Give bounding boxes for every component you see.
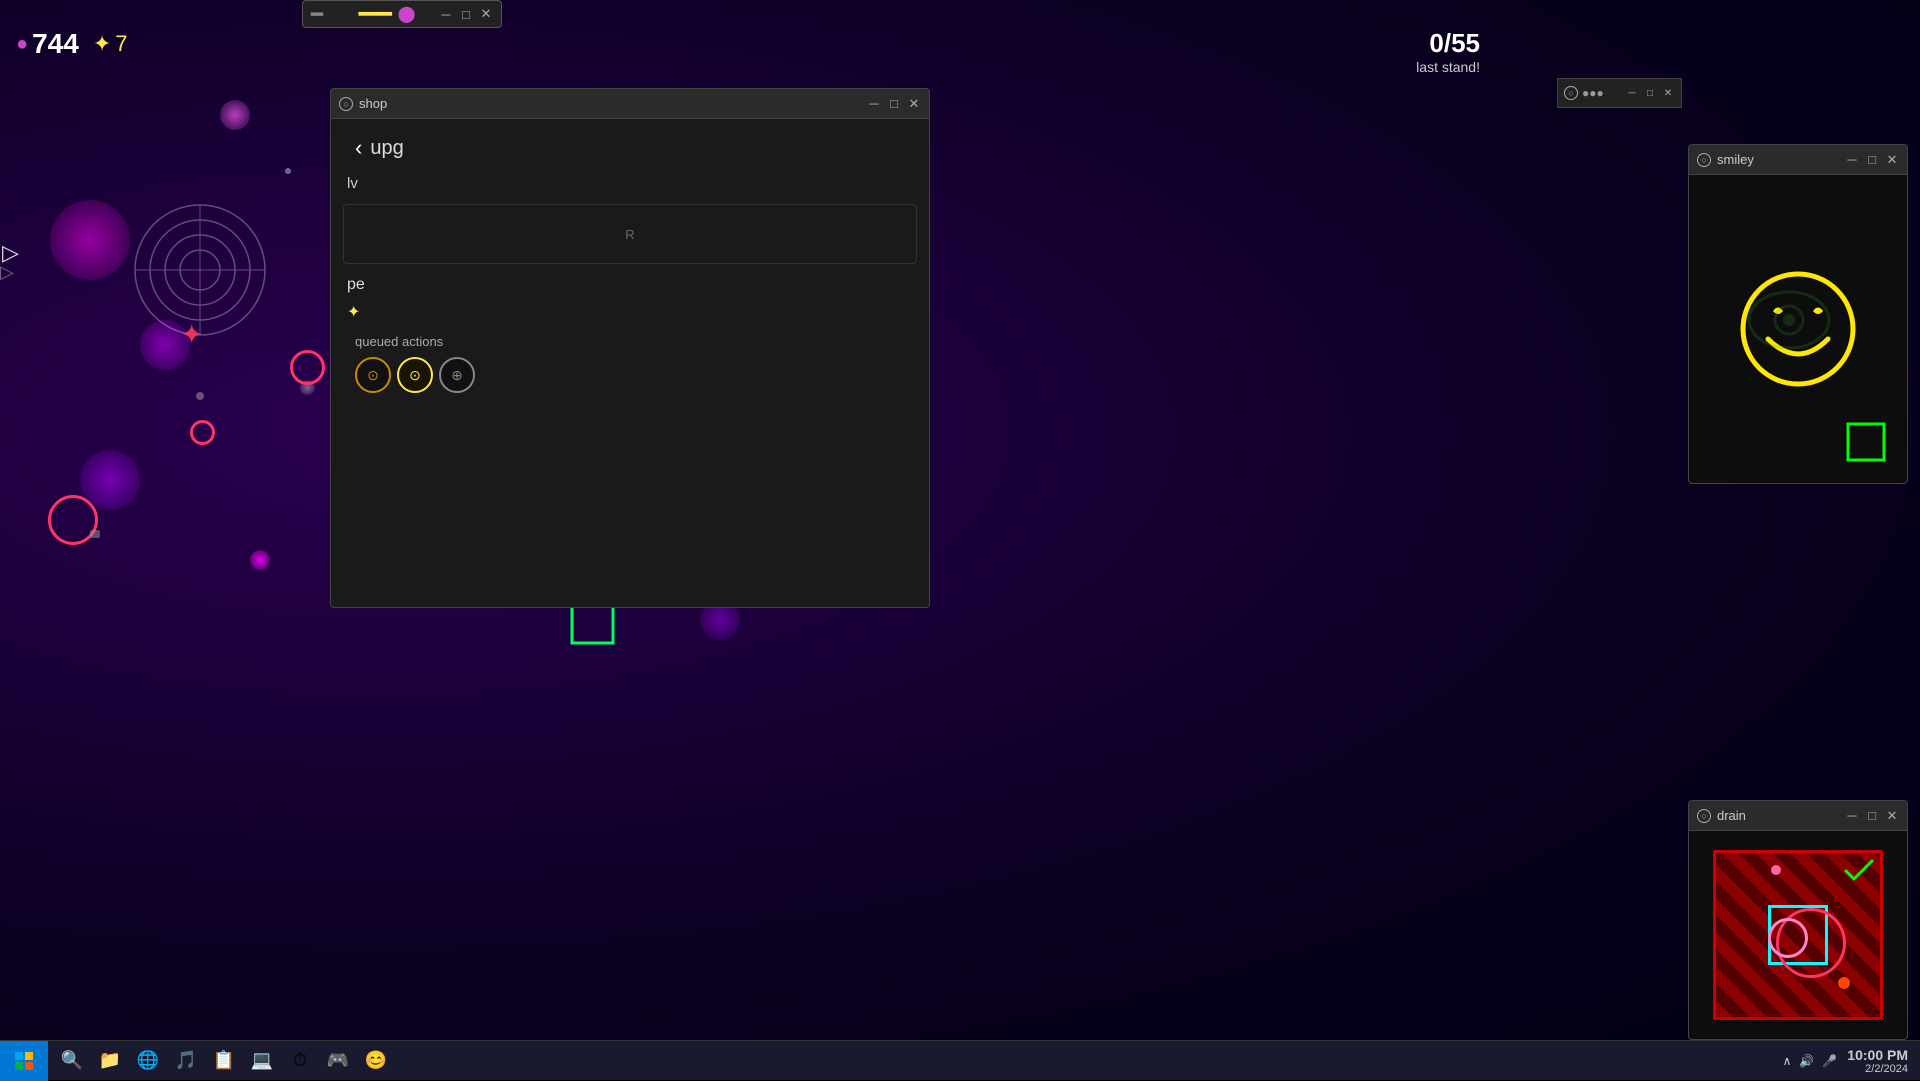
taskbar-smiley[interactable]: 😊	[358, 1043, 394, 1079]
pink-dot	[1771, 865, 1781, 875]
upgrade-panel: R	[343, 204, 917, 264]
drain-window: ○ drain ─ □ ✕	[1688, 800, 1908, 1040]
stars-display: ✦ 7	[93, 31, 128, 57]
green-check	[1844, 859, 1874, 881]
taskbar-time-value: 10:00 PM	[1847, 1047, 1908, 1063]
score-label: last stand!	[1416, 59, 1480, 75]
game-win-icon: ━	[311, 2, 323, 27]
taskbar-icons: 🔍 📁 🌐 🎵 📋 💻 ⏱ 🎮 😊	[48, 1043, 400, 1079]
taskbar-right: ∧ 🔊 🎤 10:00 PM 2/2/2024	[1783, 1047, 1920, 1075]
other-win-min[interactable]: ─	[1625, 86, 1639, 100]
other-win-close[interactable]: ✕	[1661, 86, 1675, 100]
queued-icon-1: ⊙	[355, 357, 391, 393]
smiley-content	[1689, 175, 1907, 483]
system-icons: ∧ 🔊 🎤	[1783, 1054, 1838, 1068]
smiley-close-btn[interactable]: ✕	[1885, 153, 1899, 167]
shop-window: ○ shop ─ □ ✕ ‹ upg lv R pe ✦ queued acti…	[330, 88, 930, 608]
circle-outline-2	[290, 350, 325, 385]
start-button[interactable]	[0, 1041, 48, 1081]
taskbar-notes[interactable]: 📋	[206, 1043, 242, 1079]
taskbar-search[interactable]: 🔍	[54, 1043, 90, 1079]
cursor-arrow-2: ▷	[0, 262, 14, 283]
hp-value: 744	[32, 28, 79, 60]
lv-display: lv	[343, 171, 917, 196]
other-win-max[interactable]: □	[1643, 86, 1657, 100]
drain-titlebar: ○ drain ─ □ ✕	[1689, 801, 1907, 831]
hud: ● 744 ✦ 7	[16, 28, 128, 60]
taskbar-time[interactable]: 10:00 PM 2/2/2024	[1847, 1047, 1908, 1075]
queued-icon-3: ⊕	[439, 357, 475, 393]
smiley-min-btn[interactable]: ─	[1845, 153, 1859, 167]
shop-title: shop	[359, 96, 861, 111]
shop-titlebar: ○ shop ─ □ ✕	[331, 89, 929, 119]
game-window: ━ ━━━ ⬤ ─ □ ✕	[302, 0, 502, 28]
taskbar-music[interactable]: 🎵	[168, 1043, 204, 1079]
smiley-title: smiley	[1717, 152, 1839, 167]
shop-close-btn[interactable]: ✕	[907, 97, 921, 111]
drain-board	[1713, 850, 1883, 1020]
drain-max-btn[interactable]: □	[1865, 809, 1879, 823]
taskbar-files[interactable]: 📁	[92, 1043, 128, 1079]
drain-win-icon: ○	[1697, 809, 1711, 823]
shop-min-btn[interactable]: ─	[867, 97, 881, 111]
score-area: 0/55 last stand!	[1416, 28, 1480, 75]
star-icon: ✦	[93, 31, 111, 57]
score-value: 0/55	[1416, 28, 1480, 59]
game-win-min[interactable]: ─	[439, 7, 453, 21]
taskbar-clock-app[interactable]: ⏱	[282, 1043, 318, 1079]
game-background: ✦ ▷ ▷	[0, 0, 1920, 1080]
drain-min-btn[interactable]: ─	[1845, 809, 1859, 823]
taskbar-mic[interactable]: 🎤	[1822, 1054, 1837, 1068]
particle-3	[90, 530, 100, 538]
smiley-titlebar: ○ smiley ─ □ ✕	[1689, 145, 1907, 175]
orange-dot-drain	[1838, 977, 1850, 989]
orb-1	[50, 200, 130, 280]
smiley-window: ○ smiley ─ □ ✕	[1688, 144, 1908, 484]
taskbar-game[interactable]: 🎮	[320, 1043, 356, 1079]
smiley-max-btn[interactable]: □	[1865, 153, 1879, 167]
star-cost: ✦	[343, 298, 917, 326]
stars-value: 7	[115, 31, 127, 57]
game-win-close[interactable]: ✕	[479, 7, 493, 21]
shop-max-btn[interactable]: □	[887, 97, 901, 111]
pe-display: pe	[343, 272, 917, 298]
game-win-max[interactable]: □	[459, 7, 473, 21]
upgrade-label: upg	[370, 137, 403, 160]
game-score-icon: ━━━	[359, 4, 392, 25]
drain-close-btn[interactable]: ✕	[1885, 809, 1899, 823]
circle-outline-3	[190, 420, 215, 445]
queued-icon-2: ⊙	[397, 357, 433, 393]
particle-2	[196, 392, 204, 400]
other-win-title: ●●●	[1582, 86, 1604, 100]
hp-display: ● 744	[16, 28, 79, 60]
particle-1	[285, 168, 291, 174]
taskbar-chevron[interactable]: ∧	[1783, 1054, 1792, 1068]
game-gem-icon: ⬤	[398, 4, 416, 24]
back-arrow[interactable]: ‹	[355, 135, 362, 161]
upgrade-panel-placeholder: R	[625, 227, 634, 242]
taskbar-speaker[interactable]: 🔊	[1799, 1054, 1814, 1068]
drain-content	[1689, 831, 1907, 1039]
taskbar-browser[interactable]: 🌐	[130, 1043, 166, 1079]
other-win: ○ ●●● ─ □ ✕	[1557, 78, 1682, 108]
taskbar-terminal[interactable]: 💻	[244, 1043, 280, 1079]
pink-circle-drain	[1768, 918, 1808, 958]
queued-icons: ⊙ ⊙ ⊕	[355, 357, 905, 393]
queued-label: queued actions	[355, 334, 905, 349]
taskbar: 🔍 📁 🌐 🎵 📋 💻 ⏱ 🎮 😊 ∧ 🔊 🎤 10:00 PM 2/2/202…	[0, 1040, 1920, 1080]
drain-title: drain	[1717, 808, 1839, 823]
other-win-icon: ○	[1564, 86, 1578, 100]
shop-win-icon: ○	[339, 97, 353, 111]
hp-icon: ●	[16, 33, 28, 56]
upgrade-header: ‹ upg	[343, 125, 917, 171]
taskbar-date-value: 2/2/2024	[1847, 1063, 1908, 1075]
orb-3	[220, 100, 250, 130]
eye-bg-symbol	[1744, 275, 1834, 365]
orb-5	[250, 550, 270, 570]
red-star: ✦	[180, 318, 203, 351]
windows-logo	[14, 1051, 34, 1071]
green-square-icon	[1845, 421, 1887, 463]
smiley-win-icon: ○	[1697, 153, 1711, 167]
